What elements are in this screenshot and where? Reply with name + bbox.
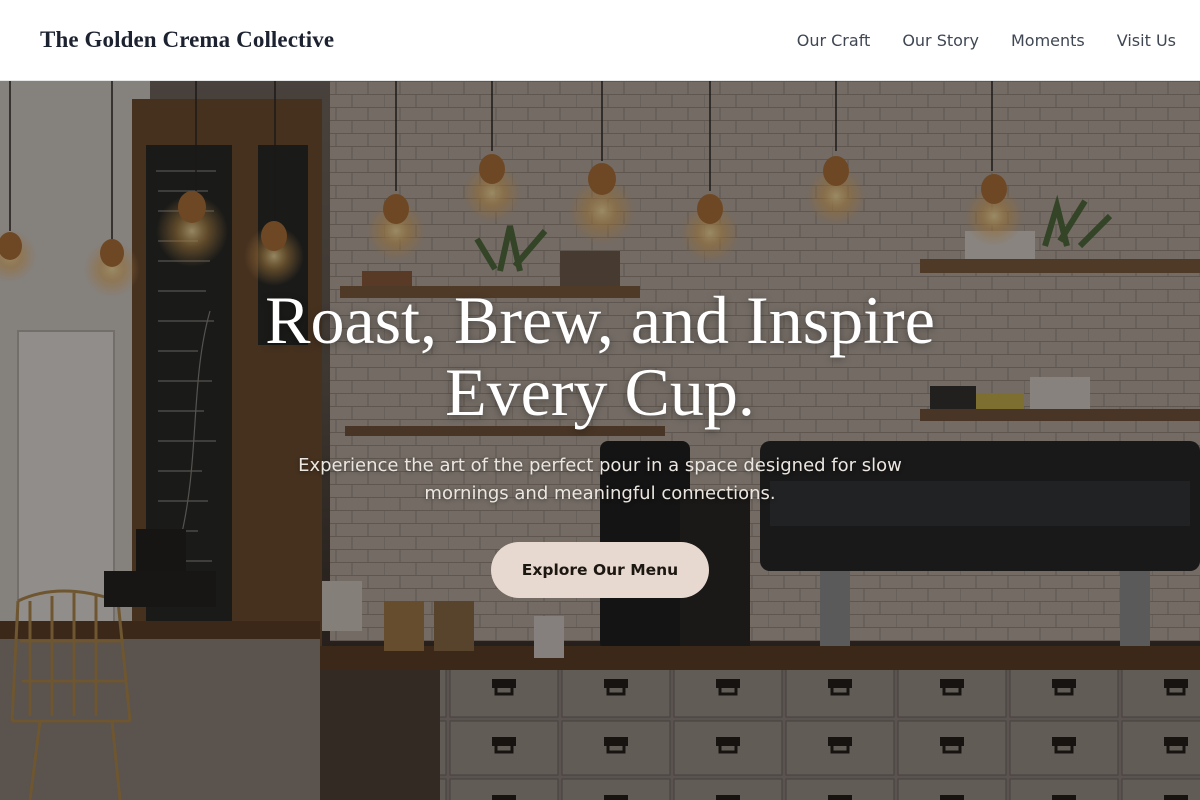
nav-link-our-story[interactable]: Our Story xyxy=(902,31,979,50)
nav-link-our-craft[interactable]: Our Craft xyxy=(797,31,871,50)
explore-menu-button[interactable]: Explore Our Menu xyxy=(491,542,709,598)
site-header: The Golden Crema Collective Our Craft Ou… xyxy=(0,0,1200,81)
main-nav: Our Craft Our Story Moments Visit Us xyxy=(797,31,1176,50)
brand-logo[interactable]: The Golden Crema Collective xyxy=(40,27,334,53)
hero-section: Roast, Brew, and Inspire Every Cup. Expe… xyxy=(0,81,1200,800)
nav-link-visit-us[interactable]: Visit Us xyxy=(1117,31,1176,50)
hero-content: Roast, Brew, and Inspire Every Cup. Expe… xyxy=(0,81,1200,800)
hero-subtitle: Experience the art of the perfect pour i… xyxy=(298,455,902,504)
hero-title: Roast, Brew, and Inspire Every Cup. xyxy=(265,282,935,430)
nav-link-moments[interactable]: Moments xyxy=(1011,31,1085,50)
